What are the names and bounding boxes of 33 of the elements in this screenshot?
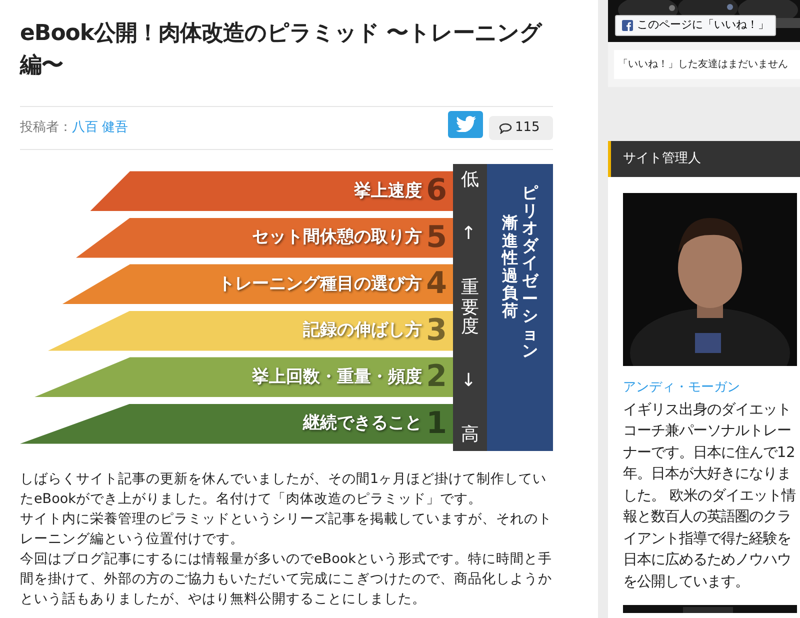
concept-label: 漸進性過負荷	[502, 214, 518, 322]
concept-label: ピリオダイゼーション	[522, 184, 538, 362]
high-label: 高	[461, 425, 479, 445]
tier-label: 挙上回数・重量・頻度	[252, 366, 422, 388]
article-paragraph: サイト内に栄養管理のピラミッドというシリーズ記事を掲載していますが、それのトレーニング編という位置付けです。	[20, 510, 553, 549]
down-arrow: ↓	[461, 371, 478, 392]
tier-number: 2	[426, 362, 447, 392]
admin-bio: イギリス出身のダイエットコーチ兼パーソナルトレーナーです。日本に住んで12年。日本が大好きになりました。 欧米のダイエット情報と数百人の英語圏のクライアント指導で得た経験を日本に広めるためノウハウを公開しています。	[623, 400, 797, 592]
author-label: 投稿者：	[20, 119, 72, 138]
comment-count[interactable]: 115	[489, 116, 553, 140]
speech-bubble-icon	[499, 122, 512, 134]
tweet-button[interactable]	[448, 110, 483, 138]
up-arrow: ↑	[461, 224, 478, 244]
tier-number: 3	[426, 316, 447, 346]
facebook-icon	[622, 20, 633, 31]
tier-label: 挙上速度	[354, 180, 422, 202]
tier-number: 1	[426, 408, 447, 439]
tier-label: トレーニング種目の選び方	[218, 272, 422, 296]
tier-number: 4	[426, 269, 447, 300]
section-heading: サイト管理人	[608, 141, 800, 177]
importance-label: 重要度	[461, 278, 479, 338]
tier-label: セット間休憩の取り方	[252, 226, 422, 249]
bird-icon	[456, 116, 476, 132]
low-label: 低	[461, 170, 479, 190]
article-title: eBook公開！肉体改造のピラミッド 〜トレーニング編〜	[20, 20, 544, 80]
tier-label: 記録の伸ばし方	[303, 319, 422, 342]
friends-note: 「いいね！」した友達はまだいません	[614, 50, 800, 79]
tier-number: 6	[426, 176, 447, 206]
tier-number: 5	[426, 222, 447, 253]
article-paragraph: しばらくサイト記事の更新を休んでいましたが、その間1ヶ月ほど掛けて制作していたeBookができ上がりました。名付けて「肉体改造のピラミッド」です。	[20, 470, 548, 509]
article-paragraph: 今回はブログ記事にするには情報量が多いのでeBookという形式です。特に時間と手間を掛けて、外部の方のご協力もいただいて完成にこぎつけたので、商品化しようかという話もありましたが、やはり無料公開することにしました。	[20, 550, 553, 609]
tier-label: 継続できること	[303, 412, 422, 435]
facebook-like-button[interactable]: このページに「いいね！」	[615, 15, 776, 36]
